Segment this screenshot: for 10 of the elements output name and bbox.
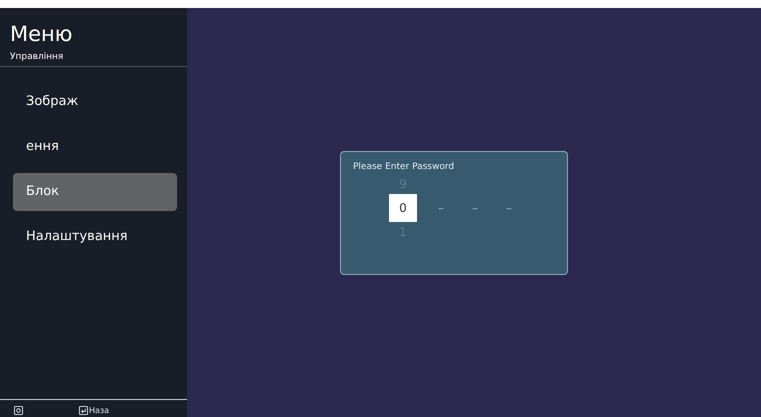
dialog-title: Please Enter Password <box>353 162 456 172</box>
menu-title: Меню <box>9 21 74 46</box>
menu-item[interactable]: Зображ <box>13 83 177 121</box>
settings-icon <box>14 406 23 414</box>
digit-field[interactable]: 0 <box>389 194 417 222</box>
back-icon <box>79 406 88 414</box>
menu-item[interactable]: Блок <box>13 173 177 211</box>
menu-item[interactable]: ення <box>13 128 177 166</box>
menu-item[interactable]: Налаштування <box>13 218 177 256</box>
hint-label: Наза <box>89 406 110 414</box>
